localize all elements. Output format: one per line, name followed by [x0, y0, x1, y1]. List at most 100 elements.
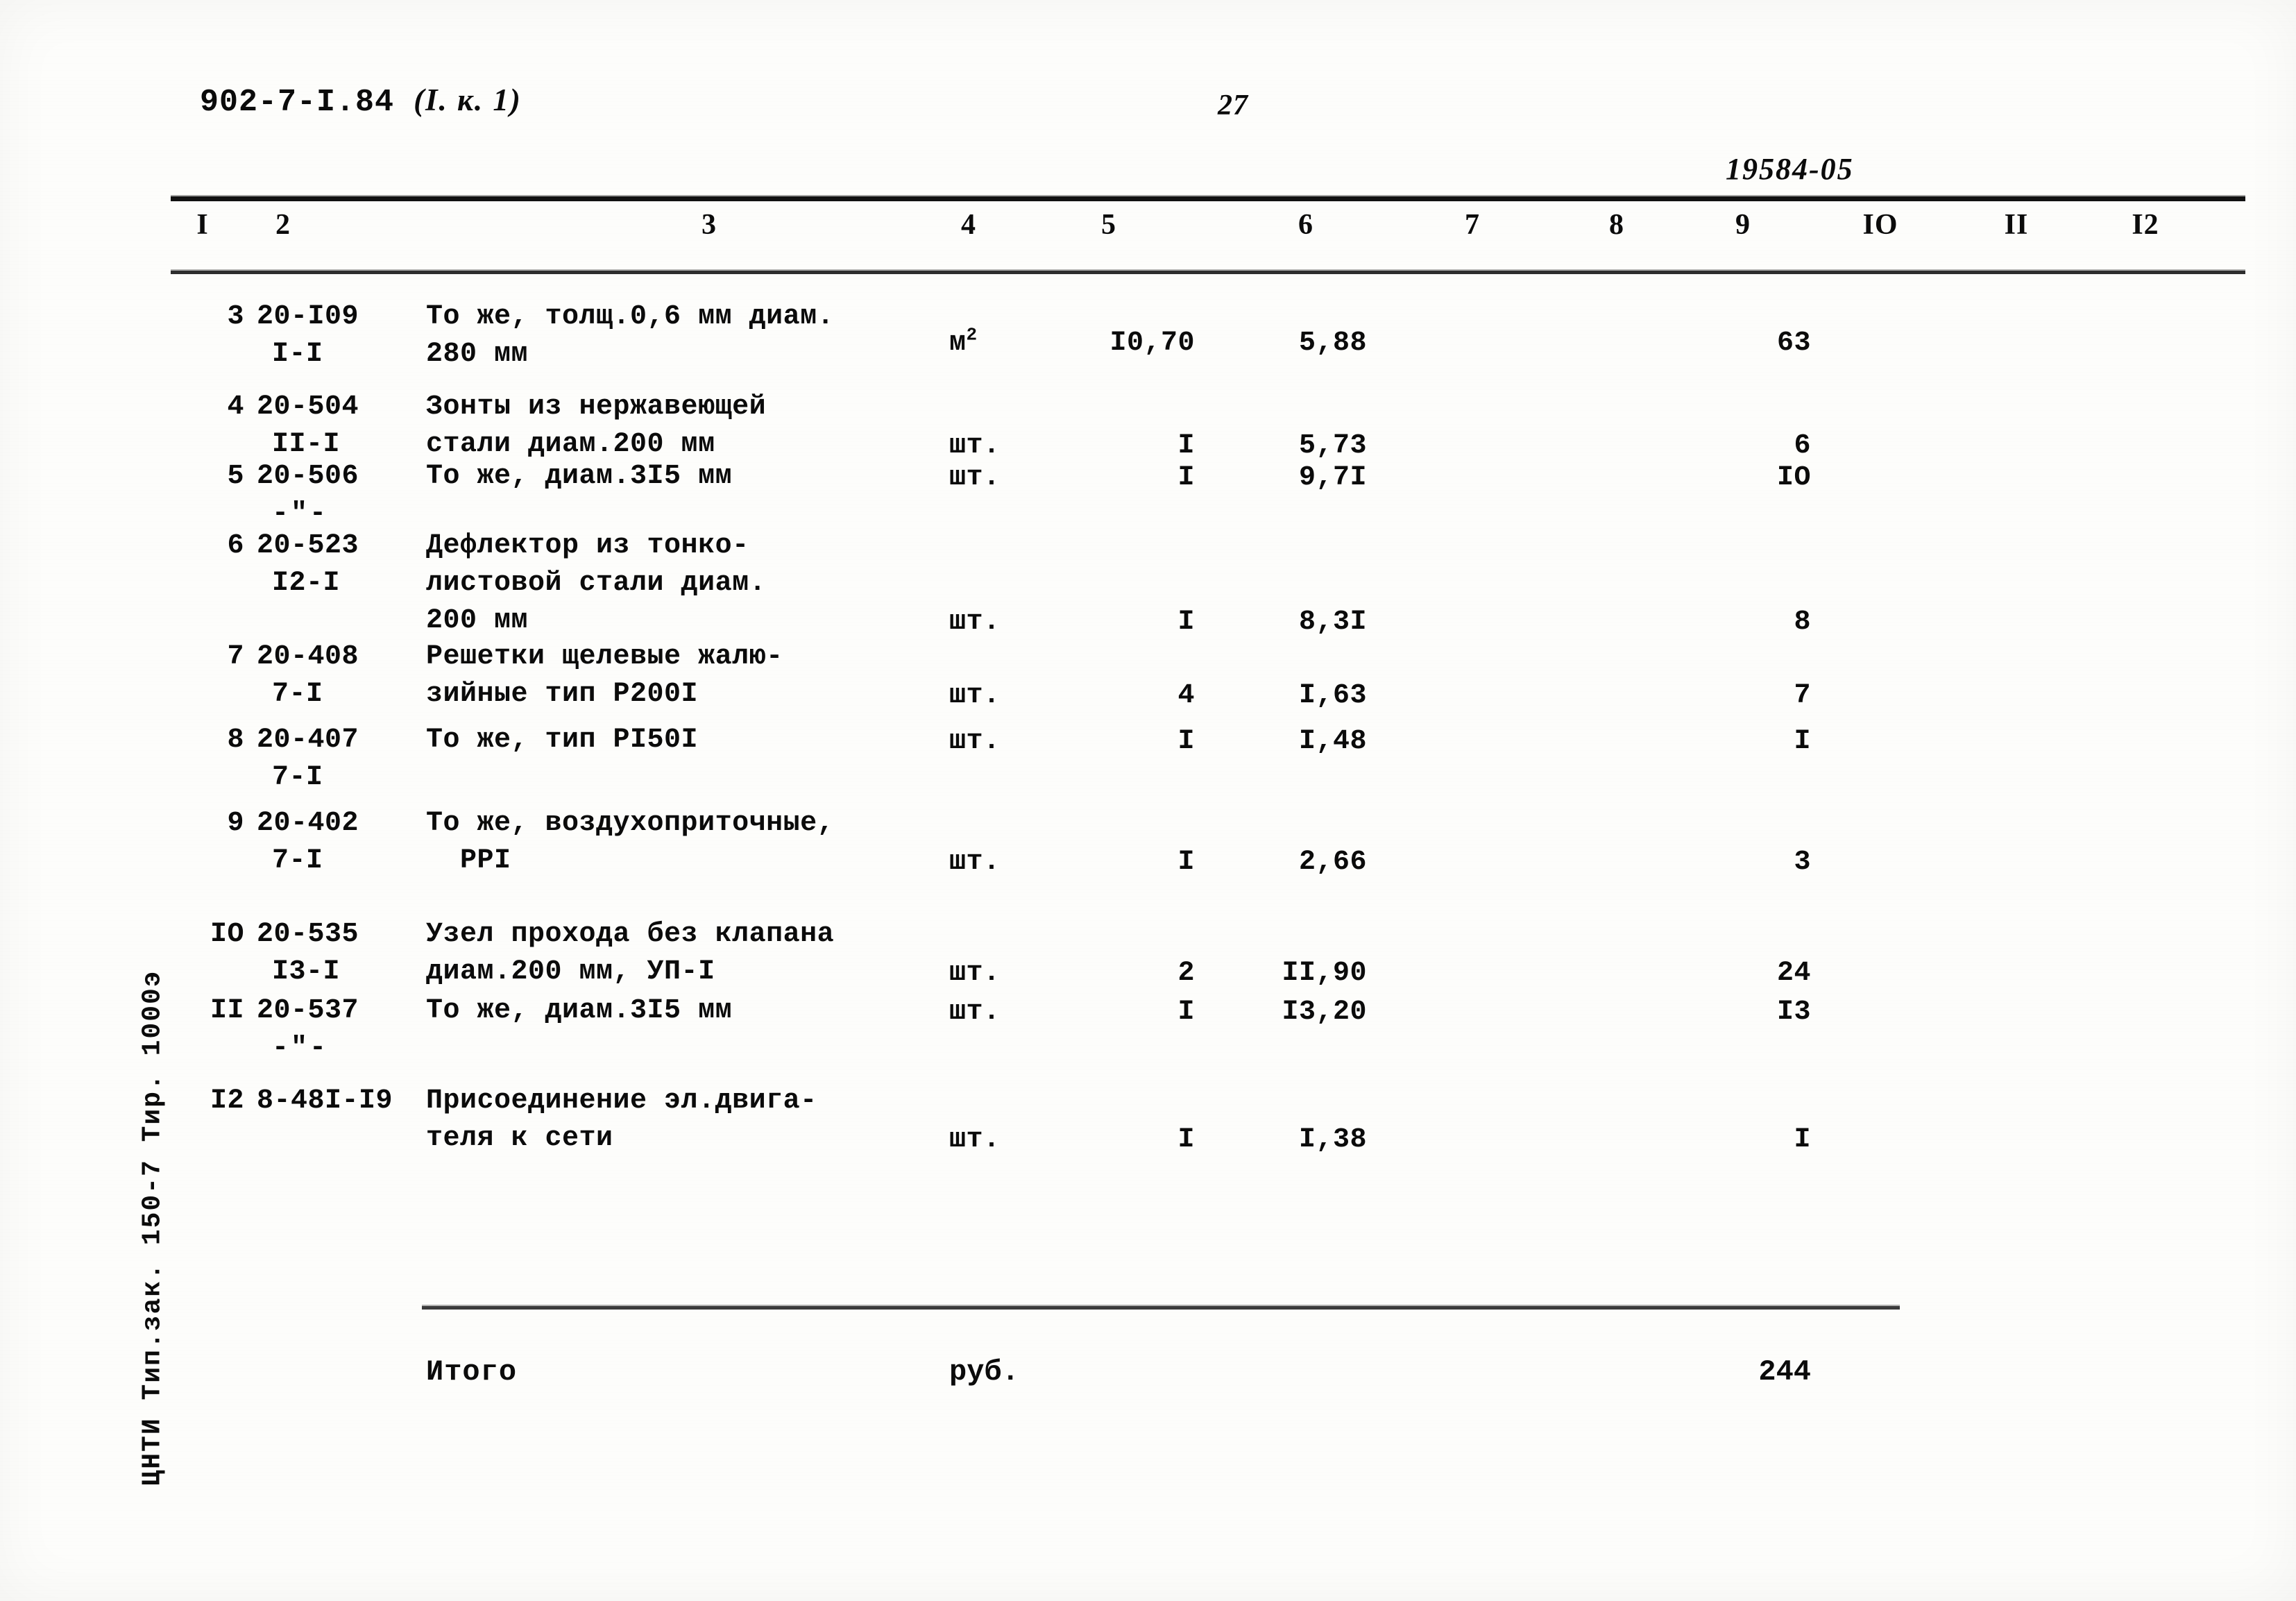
row-unit-text: шт.: [949, 680, 1001, 711]
row-number: 5: [227, 461, 244, 492]
row-unit-text: шт.: [949, 607, 1001, 638]
row-unit: шт.: [949, 1121, 1001, 1159]
row-unit-text: шт.: [949, 847, 1001, 878]
row-unit-price: I,38: [1298, 1124, 1367, 1155]
row-description-line-2: РРI: [426, 845, 511, 876]
row-number: II: [210, 995, 244, 1026]
row-unit: шт.: [949, 955, 1001, 992]
column-header-4: 4: [961, 209, 976, 241]
summary-label: Итого: [426, 1355, 518, 1389]
summary-unit: руб.: [949, 1355, 1019, 1389]
row-code: 20-537: [257, 995, 359, 1026]
row-quantity: I: [1177, 462, 1195, 493]
row-total: 8: [1794, 607, 1811, 638]
row-code: 20-402: [257, 808, 359, 839]
row-unit-price: 5,88: [1298, 328, 1367, 359]
row-code-secondary: -"-: [272, 1033, 329, 1064]
row-description-line-1: То же, тип РI50I: [426, 725, 699, 756]
row-description-line-2: теля к сети: [426, 1123, 613, 1154]
row-description-line-3: 200 мм: [426, 605, 529, 636]
row-total: 3: [1794, 847, 1811, 878]
row-description-line-2: диам.200 мм, УП-I: [426, 956, 715, 988]
row-unit-text: шт.: [949, 462, 1001, 493]
row-code: 20-408: [257, 641, 359, 672]
row-unit: шт.: [949, 994, 1001, 1031]
row-unit: шт.: [949, 604, 1001, 641]
row-unit-price: 8,3I: [1298, 607, 1367, 638]
row-description-line-1: То же, диам.3I5 мм: [426, 995, 733, 1026]
row-unit: шт.: [949, 677, 1001, 715]
document-code-text: 902-7-I.84: [200, 85, 395, 120]
column-header-7: 7: [1465, 209, 1480, 241]
row-unit: м2: [949, 325, 978, 362]
row-unit-price: II,90: [1282, 958, 1367, 989]
page-number: 27: [1218, 90, 1248, 121]
row-unit-text: м: [949, 328, 967, 359]
row-quantity: I: [1177, 997, 1195, 1028]
row-code: 20-407: [257, 725, 359, 756]
row-code: 20-I09: [257, 301, 359, 332]
document-code: 902-7-I.84 (I. к. 1): [200, 82, 522, 120]
row-description-line-1: Присоединение эл.двига-: [426, 1085, 817, 1117]
row-code: 20-535: [257, 919, 359, 950]
row-unit-price: I3,20: [1282, 997, 1367, 1028]
row-unit-text: шт.: [949, 997, 1001, 1028]
column-header-5: 5: [1101, 209, 1116, 241]
row-total: I: [1794, 1124, 1811, 1155]
printer-imprint: ЦНТИ Тип.зак. 150-7 Тир. 1000э: [137, 969, 168, 1486]
row-number: 9: [227, 808, 244, 839]
row-number: IO: [210, 919, 244, 950]
row-quantity: 4: [1177, 680, 1195, 711]
column-header-12: I2: [2132, 209, 2159, 241]
column-header-1: I: [196, 209, 209, 241]
row-code: 20-504: [257, 391, 359, 423]
row-total: 63: [1776, 328, 1811, 359]
row-description-line-1: Дефлектор из тонко-: [426, 530, 749, 561]
row-unit-price: I,48: [1298, 726, 1367, 757]
table-header-rule: [171, 269, 2245, 274]
row-description-line-1: Решетки щелевые жалю-: [426, 641, 783, 672]
column-header-9: 9: [1735, 209, 1751, 241]
row-code: 8-48I-I9: [257, 1085, 393, 1117]
column-header-11: II: [2004, 209, 2029, 241]
column-header-2: 2: [275, 209, 291, 241]
row-unit-text: шт.: [949, 1124, 1001, 1155]
row-unit: шт.: [949, 459, 1001, 497]
row-total: 24: [1776, 958, 1811, 989]
row-code-secondary: 7-I: [272, 679, 323, 710]
row-quantity: I: [1177, 726, 1195, 757]
row-number: 6: [227, 530, 244, 561]
row-code-secondary: I-I: [272, 339, 323, 370]
row-quantity: I0,70: [1109, 328, 1195, 359]
row-description-line-1: То же, толщ.0,6 мм диам.: [426, 301, 835, 332]
row-number: I2: [210, 1085, 244, 1117]
row-unit-price: I,63: [1298, 680, 1367, 711]
row-code-secondary: 7-I: [272, 762, 323, 793]
row-code-secondary: 7-I: [272, 845, 323, 876]
table-top-rule: [171, 195, 2245, 201]
row-unit: шт.: [949, 723, 1001, 761]
row-unit-text: шт.: [949, 726, 1001, 757]
row-code: 20-523: [257, 530, 359, 561]
row-quantity: I: [1177, 607, 1195, 638]
row-unit-price: 2,66: [1298, 847, 1367, 878]
row-total: IO: [1776, 462, 1811, 493]
row-description-line-2: 280 мм: [426, 339, 529, 370]
row-number: 3: [227, 301, 244, 332]
row-unit-price: 9,7I: [1298, 462, 1367, 493]
row-description-line-2: листовой стали диам.: [426, 568, 767, 599]
column-header-8: 8: [1609, 209, 1624, 241]
row-code-secondary: I2-I: [272, 568, 341, 599]
row-number: 8: [227, 725, 244, 756]
row-description-line-1: То же, воздухоприточные,: [426, 808, 835, 839]
row-unit-exponent: 2: [966, 324, 978, 346]
summary-value: 244: [1758, 1355, 1811, 1389]
document-code-annotation: (I. к. 1): [414, 83, 522, 117]
row-code: 20-506: [257, 461, 359, 492]
document-page: 902-7-I.84 (I. к. 1) 27 19584-05 I234567…: [0, 0, 2296, 1601]
sheet-code: 19584-05: [1726, 152, 1854, 186]
row-unit-text: шт.: [949, 430, 1001, 461]
row-description-line-1: Узел прохода без клапана: [426, 919, 835, 950]
row-quantity: I: [1177, 1124, 1195, 1155]
column-header-10: IO: [1862, 209, 1898, 241]
